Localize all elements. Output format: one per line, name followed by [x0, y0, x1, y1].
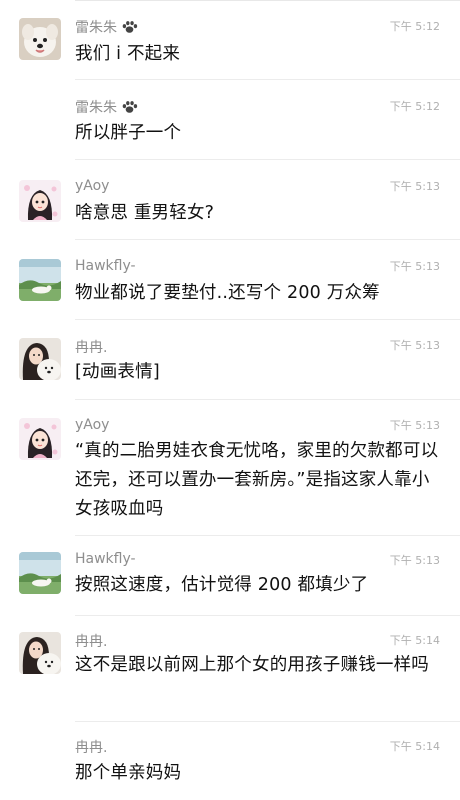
message-text: 这不是跟以前网上那个女的用孩子赚钱一样吗 — [75, 655, 429, 675]
message-time: 下午 5:13 — [389, 339, 440, 352]
message-text: 所以胖子一个 — [75, 123, 182, 143]
message-text: 物业都说了要垫付..还写个 200 万众筹 — [75, 283, 380, 303]
sender-name[interactable]: 冉冉. — [75, 737, 107, 757]
girl-with-dog-avatar[interactable] — [19, 632, 61, 674]
message-time: 下午 5:12 — [389, 100, 440, 113]
message-text: [动画表情] — [75, 362, 160, 382]
landscape-avatar[interactable] — [19, 552, 61, 594]
message-item[interactable]: Hawkfly- 下午 5:13 按照这速度，估计觉得 200 都填少了 — [0, 536, 460, 616]
girl-with-dog-avatar[interactable] — [19, 338, 61, 380]
message-item[interactable]: yAoy 下午 5:13 “真的二胎男娃衣食无忧咯，家里的欠款都可以还完，还可以… — [0, 400, 460, 536]
message-text: 我们 i 不起来 — [75, 44, 181, 64]
dog-avatar[interactable] — [19, 18, 61, 60]
sender-name[interactable]: yAoy — [75, 178, 109, 194]
message-item[interactable]: 雷朱朱 下午 5:12 所以胖子一个 — [0, 80, 460, 160]
message-item[interactable]: yAoy 下午 5:13 啥意思 重男轻女? — [0, 160, 460, 240]
message-item[interactable]: 冉冉. 下午 5:14 这不是跟以前网上那个女的用孩子赚钱一样吗 — [0, 616, 460, 722]
sender-name[interactable]: yAoy — [75, 417, 109, 433]
paw-icon — [121, 100, 138, 114]
message-time: 下午 5:13 — [389, 419, 440, 432]
sender-name[interactable]: 冉冉. — [75, 337, 107, 357]
message-time: 下午 5:13 — [389, 260, 440, 273]
message-time: 下午 5:14 — [389, 634, 440, 647]
message-item[interactable]: 雷朱朱 下午 5:12 我们 i 不起来 — [0, 0, 460, 80]
sender-name[interactable]: Hawkfly- — [75, 258, 136, 274]
sender-name[interactable]: Hawkfly- — [75, 551, 136, 567]
cartoon-girl-avatar[interactable] — [19, 418, 61, 460]
message-time: 下午 5:13 — [389, 180, 440, 193]
sender-name[interactable]: 雷朱朱 — [75, 97, 117, 117]
message-text: 按照这速度，估计觉得 200 都填少了 — [75, 575, 369, 595]
message-item[interactable]: Hawkfly- 下午 5:13 物业都说了要垫付..还写个 200 万众筹 — [0, 240, 460, 320]
paw-icon — [121, 20, 138, 34]
message-time: 下午 5:14 — [389, 740, 440, 753]
cartoon-girl-avatar[interactable] — [19, 180, 61, 222]
message-text: 啥意思 重男轻女? — [75, 203, 215, 223]
message-time: 下午 5:12 — [389, 20, 440, 33]
message-item[interactable]: 冉冉. 下午 5:14 那个单亲妈妈 — [0, 722, 460, 800]
sender-name[interactable]: 冉冉. — [75, 631, 107, 651]
message-text: “真的二胎男娃衣食无忧咯，家里的欠款都可以还完，还可以置办一套新房。”是指这家人… — [75, 441, 439, 519]
landscape-avatar[interactable] — [19, 259, 61, 301]
message-text: 那个单亲妈妈 — [75, 763, 182, 783]
sender-name[interactable]: 雷朱朱 — [75, 17, 117, 37]
message-item[interactable]: 冉冉. 下午 5:13 [动画表情] — [0, 320, 460, 400]
message-time: 下午 5:13 — [389, 554, 440, 567]
